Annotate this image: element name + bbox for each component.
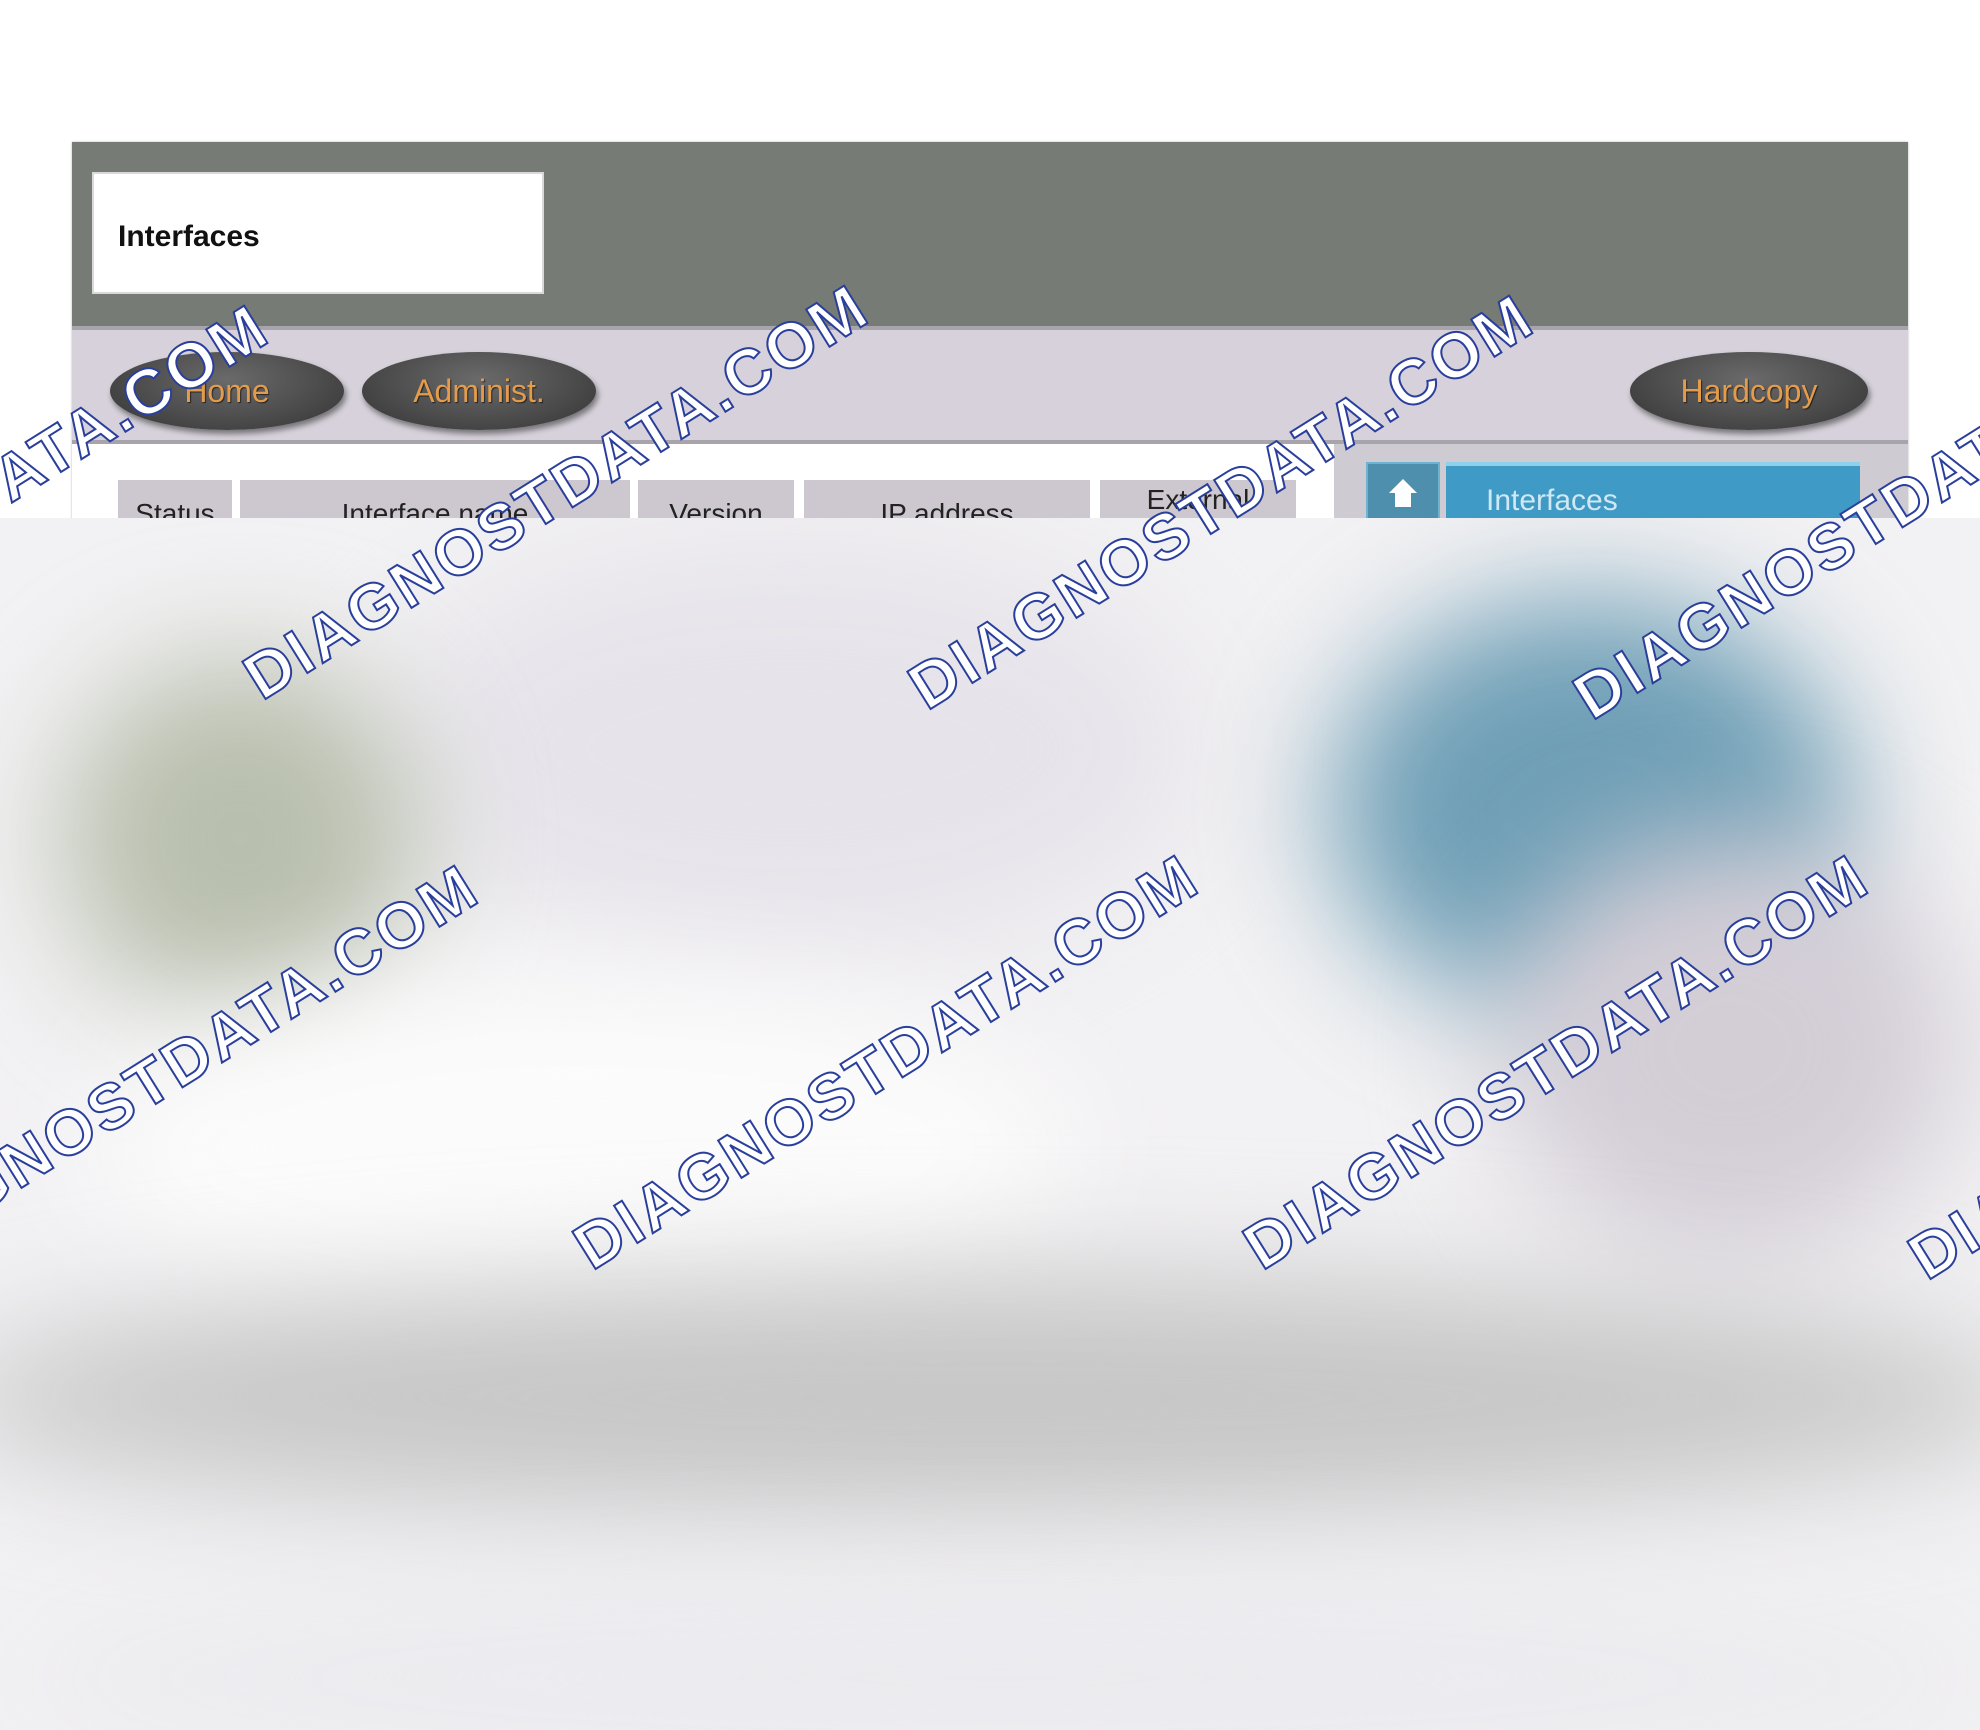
title-bar: Interfaces	[72, 142, 1908, 326]
home-icon[interactable]	[1366, 462, 1440, 524]
blur-blob	[0, 1278, 1980, 1518]
administration-button[interactable]: Administ.	[362, 352, 596, 430]
blurred-region	[0, 518, 1980, 1730]
side-panel-title: Interfaces	[1486, 484, 1618, 517]
home-button[interactable]: Home	[110, 352, 344, 430]
page-title-box: Interfaces	[92, 172, 544, 294]
blur-blob	[1500, 838, 1960, 1258]
hardcopy-button[interactable]: Hardcopy	[1630, 352, 1868, 430]
page-title: Interfaces	[118, 220, 260, 253]
nav-bar: Home Administ. Hardcopy	[72, 326, 1908, 444]
blur-blob	[80, 978, 1080, 1318]
blur-blob	[0, 1578, 1980, 1730]
blur-blob	[380, 538, 1200, 958]
blur-blob	[60, 658, 420, 1018]
side-panel-title-cell: Interfaces	[1446, 462, 1860, 524]
side-panel-header[interactable]: Interfaces	[1366, 462, 1860, 524]
